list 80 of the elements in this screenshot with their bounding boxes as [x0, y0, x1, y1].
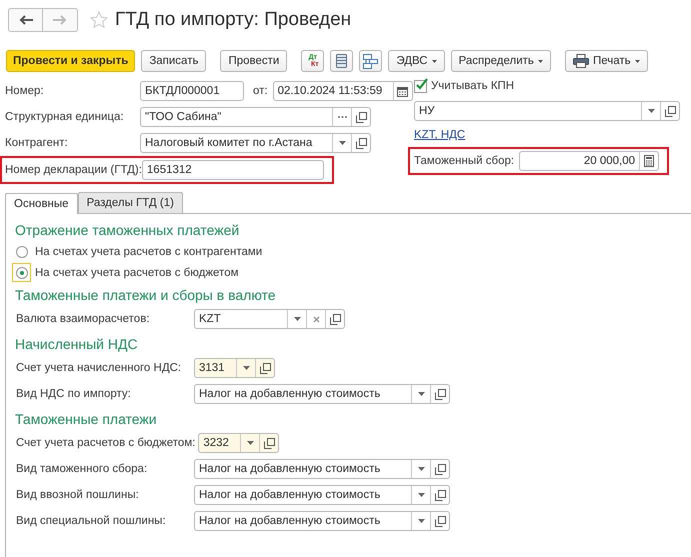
select-field[interactable]: Налог на добавленную стоимость	[194, 384, 450, 404]
radio-button[interactable]	[12, 263, 31, 282]
menu-button[interactable]: ЭДВС	[388, 50, 445, 72]
open-icon[interactable]	[330, 314, 340, 324]
currency-link[interactable]: KZT, НДС	[414, 129, 466, 141]
dropdown-icon[interactable]	[338, 141, 346, 145]
section-heading: Таможенные платежи	[15, 411, 158, 427]
caret-icon	[634, 60, 640, 62]
dropdown-icon[interactable]	[418, 467, 424, 471]
field-label: Счет учета начисленного НДС:	[16, 362, 182, 374]
field-label: Номер декларации (ГТД):	[5, 164, 142, 176]
dropdown-icon[interactable]	[242, 366, 250, 370]
field-label: Вид таможенного сбора:	[16, 463, 148, 475]
field-label: Вид НДС по импорту:	[16, 388, 132, 400]
open-icon[interactable]	[434, 464, 446, 474]
open-icon[interactable]	[434, 516, 446, 526]
open-icon[interactable]	[434, 388, 446, 400]
field-label: Счет учета расчетов с бюджетом:	[16, 437, 196, 449]
back-button[interactable]	[8, 8, 43, 32]
amount-field[interactable]: 20 000,00	[519, 151, 659, 171]
list-icon	[336, 54, 348, 68]
field-label: Вид специальной пошлины:	[16, 515, 167, 527]
select-field[interactable]: Налог на добавленную стоимость	[194, 459, 450, 479]
open-icon[interactable]	[260, 362, 270, 374]
section-heading: Начисленный НДС	[15, 336, 139, 352]
select-field[interactable]: "ТОО Сабина"	[140, 107, 371, 127]
field-label: Контрагент:	[5, 137, 69, 149]
open-icon[interactable]	[356, 138, 366, 148]
checkbox[interactable]	[414, 80, 427, 92]
clear-icon[interactable]	[312, 316, 320, 322]
tab[interactable]: Основные	[5, 193, 78, 214]
field-label: Вид ввозной пошлины:	[16, 489, 140, 501]
account-field[interactable]: 3131	[194, 358, 275, 378]
field-label: от:	[253, 85, 268, 97]
checkbox-label[interactable]: Учитывать КПН	[431, 80, 514, 92]
field-label: Таможенный сбор:	[414, 155, 516, 167]
toolbar-button[interactable]: Провести и закрыть	[6, 50, 136, 72]
forward-arrow-icon	[53, 15, 67, 25]
print-button[interactable]: Печать	[564, 50, 648, 72]
open-icon[interactable]	[664, 106, 676, 116]
tab[interactable]: Разделы ГТД (1)	[78, 192, 183, 213]
select-field[interactable]: Налог на добавленную стоимость	[194, 511, 450, 531]
calculator-icon[interactable]	[644, 155, 654, 167]
open-icon[interactable]	[356, 112, 366, 122]
input-field[interactable]: БКТДЛ000001	[140, 81, 244, 101]
field-label: Номер:	[5, 85, 45, 97]
dropdown-icon[interactable]	[648, 109, 654, 113]
input-field[interactable]: 1651312	[142, 160, 324, 180]
dropdown-icon[interactable]	[294, 317, 300, 321]
calendar-icon[interactable]	[397, 86, 408, 96]
structure-button[interactable]	[359, 50, 382, 72]
account-field[interactable]: 3232	[198, 433, 280, 453]
select-field[interactable]: KZT	[194, 309, 345, 329]
dropdown-icon[interactable]	[418, 392, 424, 396]
dropdown-icon[interactable]	[418, 493, 424, 497]
dropdown-icon[interactable]	[418, 519, 424, 523]
field-label: Структурная единица:	[5, 111, 125, 123]
date-field[interactable]: 02.10.2024 11:53:59	[272, 81, 413, 101]
window-title: ГТД по импорту: Проведен	[115, 9, 352, 31]
section-heading: Отражение таможенных платежей	[15, 222, 240, 238]
list-button[interactable]	[330, 50, 354, 72]
field-label: Валюта взаиморасчетов:	[16, 313, 151, 325]
toolbar-button[interactable]: Провести	[220, 50, 288, 72]
caret-icon	[538, 60, 543, 62]
open-icon[interactable]	[264, 438, 275, 448]
printer-icon	[572, 54, 589, 68]
dropdown-icon[interactable]	[246, 441, 254, 445]
open-icon[interactable]	[434, 490, 446, 500]
back-arrow-icon	[18, 15, 32, 25]
caret-icon	[432, 60, 437, 62]
toolbar-button[interactable]: Записать	[141, 50, 206, 72]
radio-label[interactable]: На счетах учета расчетов с бюджетом	[35, 266, 239, 278]
select-field[interactable]: НУ	[414, 101, 680, 121]
select-field[interactable]: Налог на добавленную стоимость	[194, 485, 450, 505]
star-icon[interactable]	[90, 11, 108, 29]
menu-button[interactable]: Распределить	[450, 50, 551, 72]
section-heading: Таможенные платежи и сборы в валюте	[15, 287, 277, 303]
structure-icon	[363, 54, 378, 68]
radio-label[interactable]: На счетах учета расчетов с контрагентами	[35, 246, 262, 258]
select-field[interactable]: Налоговый комитет по г.Астана	[140, 133, 371, 153]
